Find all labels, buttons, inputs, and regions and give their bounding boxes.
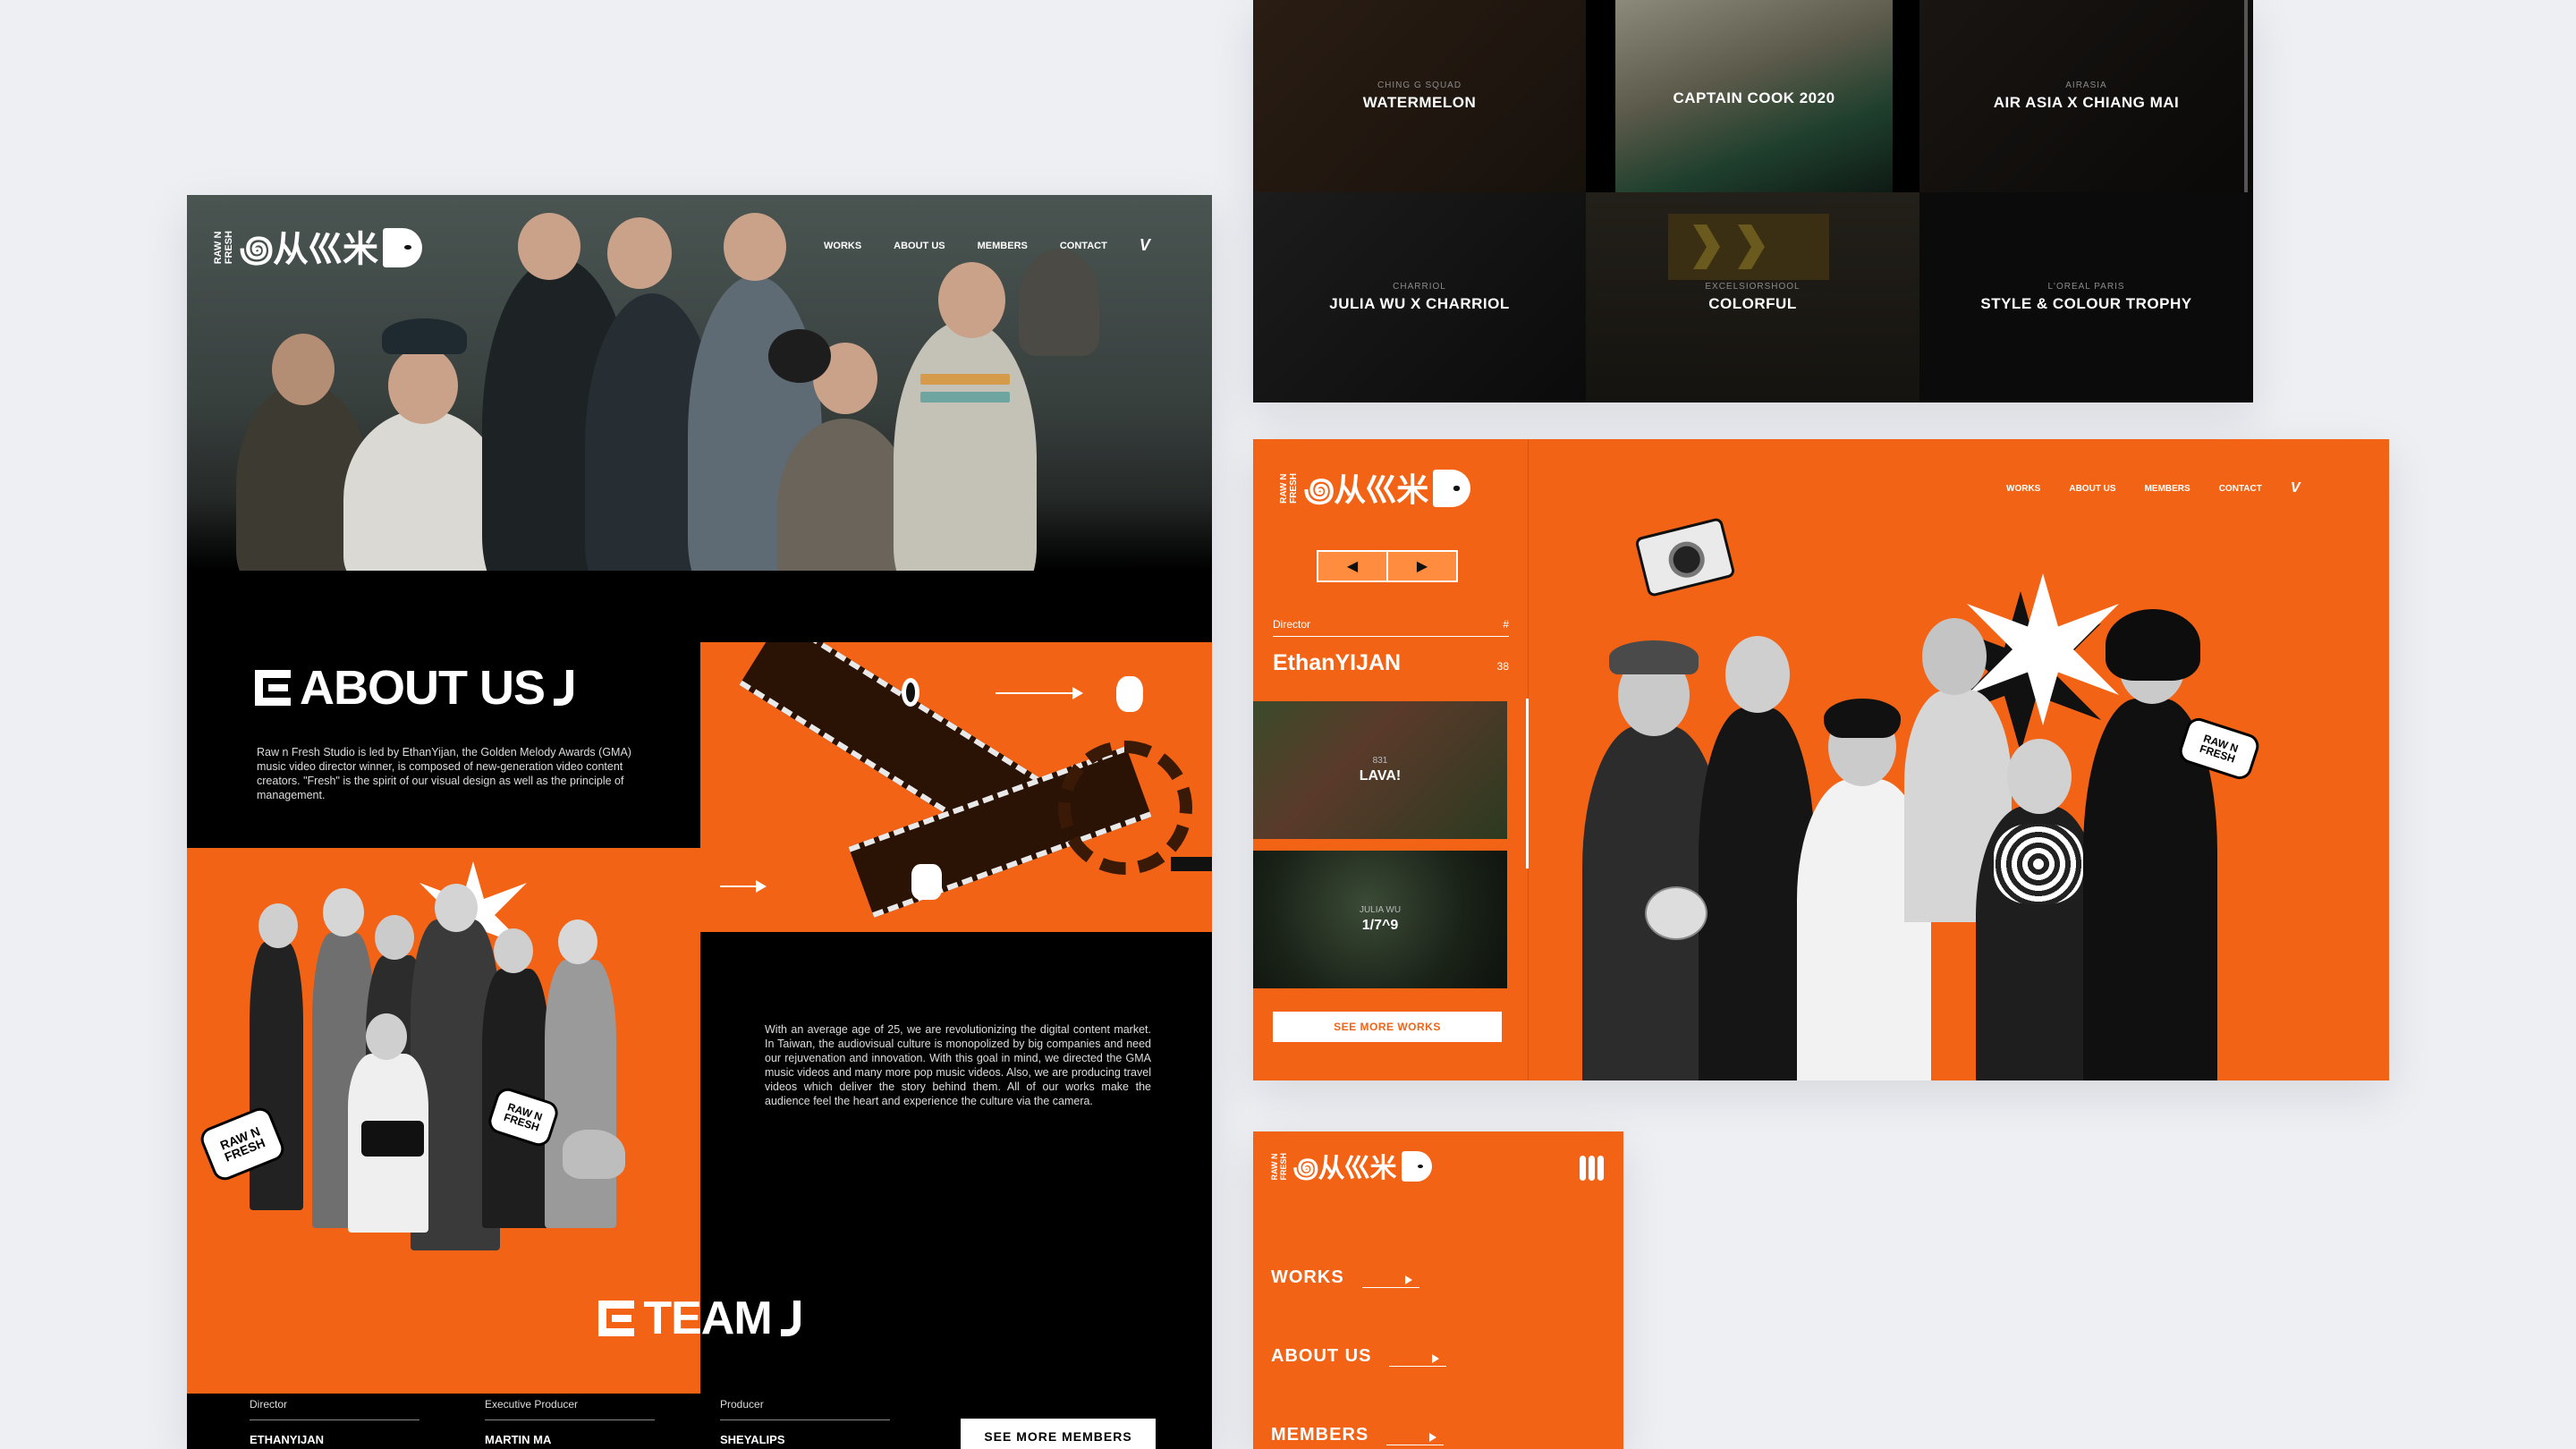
arrow-right-icon (1361, 1275, 1419, 1288)
brand-logo[interactable]: RAW N FRESH ꩜从巛米 (213, 220, 422, 275)
fish-logo-icon (1433, 470, 1471, 507)
bracket-right-icon (780, 1301, 801, 1336)
logo-text-fresh: FRESH (1279, 1152, 1288, 1181)
bracket-left-icon (598, 1301, 635, 1336)
member-role: Producer (720, 1398, 890, 1420)
logo-text-raw: RAW N (213, 231, 224, 265)
logo-text-raw: RAW N (1270, 1153, 1279, 1181)
vimeo-icon[interactable]: V (1140, 236, 1150, 255)
camera-icon (1634, 516, 1736, 598)
director-page-panel: RAW N FRESH ꩜从巛米 ◀ ▶ Director # EthanYIJ… (1253, 439, 2389, 1080)
work-card[interactable]: EXCELSIORSHOOL COLORFUL (1586, 192, 1919, 402)
about-title: ABOUT US (255, 660, 573, 716)
work-card[interactable]: L'OREAL PARIS STYLE & COLOUR TROPHY (1919, 192, 2253, 402)
nav-works[interactable]: WORKS (824, 241, 861, 251)
mobile-menu-members[interactable]: MEMBERS (1271, 1425, 1445, 1445)
next-arrow-icon[interactable]: ▶ (1386, 552, 1456, 580)
see-more-members-button[interactable]: SEE MORE MEMBERS (961, 1419, 1156, 1449)
logo-glyphs: ꩜从巛米 (1304, 472, 1428, 509)
logo-text-raw: RAW N (1279, 473, 1289, 504)
double-arrow-icon (720, 880, 767, 893)
work-title: LAVA! (1359, 768, 1402, 784)
director-sidebar: RAW N FRESH ꩜从巛米 ◀ ▶ Director # EthanYIJ… (1253, 439, 1529, 1080)
film-strip-illustration (700, 642, 1212, 932)
mobile-menu-about-us[interactable]: ABOUT US (1271, 1346, 1447, 1367)
work-title: CAPTAIN COOK 2020 (1673, 89, 1835, 106)
work-title: STYLE & COLOUR TROPHY (1980, 295, 2192, 312)
member-role: Director (250, 1398, 419, 1420)
about-paragraph-1: Raw n Fresh Studio is led by EthanYijan,… (257, 746, 631, 801)
logo-text-fresh: FRESH (224, 230, 234, 265)
work-client: CHARRIOL (1393, 282, 1446, 292)
hash-label: # (1503, 618, 1509, 631)
director-name: EthanYIJAN (1273, 650, 1402, 675)
works-count: 38 (1496, 660, 1509, 673)
work-client: JULIA WU (1359, 905, 1402, 915)
work-card[interactable]: CAPTAIN COOK 2020 (1615, 0, 1893, 192)
mobile-menu-panel: RAW N FRESH ꩜从巛米 WORKS ABOUT US MEMBERS (1253, 1131, 1623, 1449)
director-work-card[interactable]: 831 LAVA! (1253, 701, 1507, 839)
team-title: TEAM (187, 1292, 1212, 1345)
about-title-text: ABOUT US (300, 661, 546, 715)
main-nav: WORKS ABOUT US MEMBERS CONTACT V (824, 236, 1150, 255)
work-card[interactable]: CHING G SQUAD WATERMELON (1253, 0, 1586, 192)
team-title-text: TEAM (643, 1292, 772, 1344)
logo-glyphs: ꩜从巛米 (1293, 1153, 1396, 1184)
team-member-card[interactable]: Executive Producer MARTIN MA (485, 1398, 655, 1446)
fish-logo-icon (383, 227, 422, 267)
work-title: WATERMELON (1362, 94, 1477, 111)
work-title: AIR ASIA X CHIANG MAI (1993, 94, 2180, 111)
brand-logo[interactable]: RAW N FRESH ꩜从巛米 (1270, 1146, 1432, 1187)
director-pager: ◀ ▶ (1317, 550, 1458, 582)
member-name: ETHANYIJAN (250, 1433, 325, 1446)
director-group-illustration: RAW N FRESH (1529, 439, 2389, 1080)
brand-logo[interactable]: RAW N FRESH ꩜从巛米 (1279, 464, 1471, 513)
work-title: 1/7^9 (1361, 918, 1399, 933)
arrow-right-icon (1389, 1354, 1447, 1367)
work-client: L'OREAL PARIS (2047, 282, 2125, 292)
mobile-menu-works[interactable]: WORKS (1271, 1267, 1419, 1288)
works-scrollbar[interactable] (2244, 0, 2248, 192)
nav-members[interactable]: MEMBERS (978, 241, 1028, 251)
director-label-row: Director # (1273, 618, 1509, 637)
director-work-card[interactable]: JULIA WU 1/7^9 (1253, 851, 1507, 988)
logo-text-fresh: FRESH (1289, 473, 1299, 504)
director-name-row: EthanYIJAN 38 (1273, 650, 1509, 676)
logo-glyphs: ꩜从巛米 (240, 229, 378, 270)
bracket-left-icon (255, 670, 291, 706)
work-client: 831 (1372, 756, 1388, 766)
mobile-menu-label: MEMBERS (1271, 1425, 1369, 1445)
see-more-works-button[interactable]: SEE MORE WORKS (1273, 1012, 1502, 1042)
works-grid-panel: CHING G SQUAD WATERMELON CAPTAIN COOK 20… (1253, 0, 2253, 402)
work-client: CHING G SQUAD (1377, 80, 1462, 90)
work-title: COLORFUL (1708, 295, 1797, 312)
arrow-right-icon (1386, 1433, 1445, 1445)
member-name: MARTIN MA (485, 1433, 552, 1446)
work-card[interactable]: AIRASIA AIR ASIA X CHIANG MAI (1919, 0, 2253, 192)
bracket-right-icon (554, 670, 573, 706)
work-title: JULIA WU X CHARRIOL (1329, 295, 1510, 312)
nav-contact[interactable]: CONTACT (1060, 241, 1107, 251)
team-member-card[interactable]: Director ETHANYIJAN (250, 1398, 419, 1446)
director-role-label: Director (1273, 618, 1311, 631)
prev-arrow-icon[interactable]: ◀ (1318, 552, 1386, 580)
about-page-panel: RAW N FRESH ꩜从巛米 WORKS ABOUT US MEMBERS … (187, 195, 1212, 1449)
mobile-menu-label: ABOUT US (1271, 1346, 1372, 1366)
menu-close-icon[interactable] (1580, 1156, 1604, 1181)
fish-logo-icon (1401, 1151, 1432, 1182)
member-name: SHEYALIPS (720, 1433, 785, 1446)
mobile-menu-label: WORKS (1271, 1267, 1344, 1287)
work-client: AIRASIA (2065, 80, 2107, 90)
nav-about-us[interactable]: ABOUT US (894, 241, 945, 251)
member-role: Executive Producer (485, 1398, 655, 1420)
team-member-card[interactable]: Producer SHEYALIPS (720, 1398, 890, 1446)
about-paragraph-2: With an average age of 25, we are revolu… (765, 1023, 1151, 1107)
work-client: EXCELSIORSHOOL (1705, 282, 1801, 292)
work-card[interactable]: CHARRIOL JULIA WU X CHARRIOL (1253, 192, 1586, 402)
